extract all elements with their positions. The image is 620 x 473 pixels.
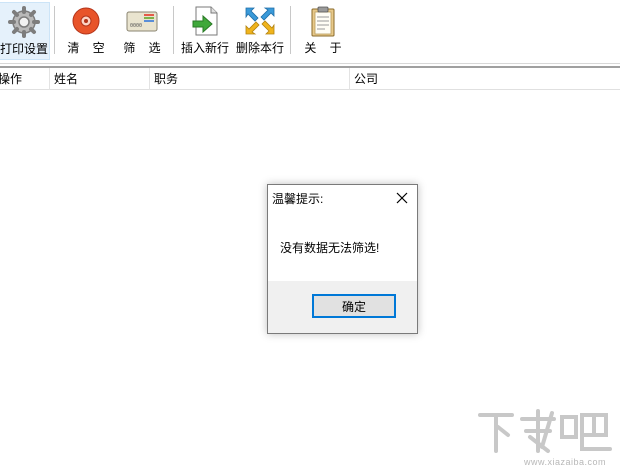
toolbar-separator <box>54 6 55 54</box>
close-icon <box>396 192 408 204</box>
gear-icon <box>8 6 40 38</box>
clear-label: 清 空 <box>67 41 105 55</box>
dialog-message: 没有数据无法筛选! <box>280 241 380 255</box>
dialog-footer: 确定 <box>268 281 417 333</box>
toolbar-separator <box>290 6 291 54</box>
print-settings-button[interactable]: 打印设置 <box>0 2 50 60</box>
dialog-title-bar: 温馨提示: <box>268 185 417 211</box>
column-header-position[interactable]: 职务 <box>150 68 350 90</box>
svg-text:0000: 0000 <box>130 23 142 29</box>
about-label: 关 于 <box>304 41 342 55</box>
watermark-logo <box>478 409 612 453</box>
dialog-title: 温馨提示: <box>272 192 324 206</box>
watermark: www.xiazaiba.com <box>476 407 616 469</box>
insert-row-label: 插入新行 <box>180 41 229 55</box>
grid-header: 操作 姓名 职务 公司 <box>0 68 620 90</box>
column-header-company[interactable]: 公司 <box>350 68 620 90</box>
clear-button[interactable]: 清 空 <box>58 2 114 60</box>
column-header-action[interactable]: 操作 <box>0 68 50 90</box>
app-window: 打印设置 清 空 0000 筛 选 插入新行 删除本行 关 于 操作 姓名 职务… <box>0 0 620 473</box>
filter-label: 筛 选 <box>123 41 161 55</box>
column-header-name[interactable]: 姓名 <box>50 68 150 90</box>
toolbar-separator <box>173 6 174 54</box>
about-button[interactable]: 关 于 <box>294 2 352 60</box>
ok-button[interactable]: 确定 <box>312 294 396 318</box>
clear-icon <box>72 7 100 35</box>
watermark-url: www.xiazaiba.com <box>523 457 606 467</box>
dialog-close-button[interactable] <box>391 187 413 209</box>
clipboard-icon <box>311 6 335 37</box>
print-settings-label: 打印设置 <box>0 42 48 56</box>
insert-row-button[interactable]: 插入新行 <box>178 2 232 60</box>
card-icon: 0000 <box>126 11 158 32</box>
delete-row-icon <box>245 7 275 35</box>
delete-row-button[interactable]: 删除本行 <box>233 2 287 60</box>
delete-row-label: 删除本行 <box>235 41 284 55</box>
toolbar: 打印设置 清 空 0000 筛 选 插入新行 删除本行 关 于 <box>0 0 620 64</box>
insert-row-icon <box>192 6 218 36</box>
alert-dialog: 温馨提示: 没有数据无法筛选! 确定 <box>267 184 418 334</box>
filter-button[interactable]: 0000 筛 选 <box>114 2 170 60</box>
